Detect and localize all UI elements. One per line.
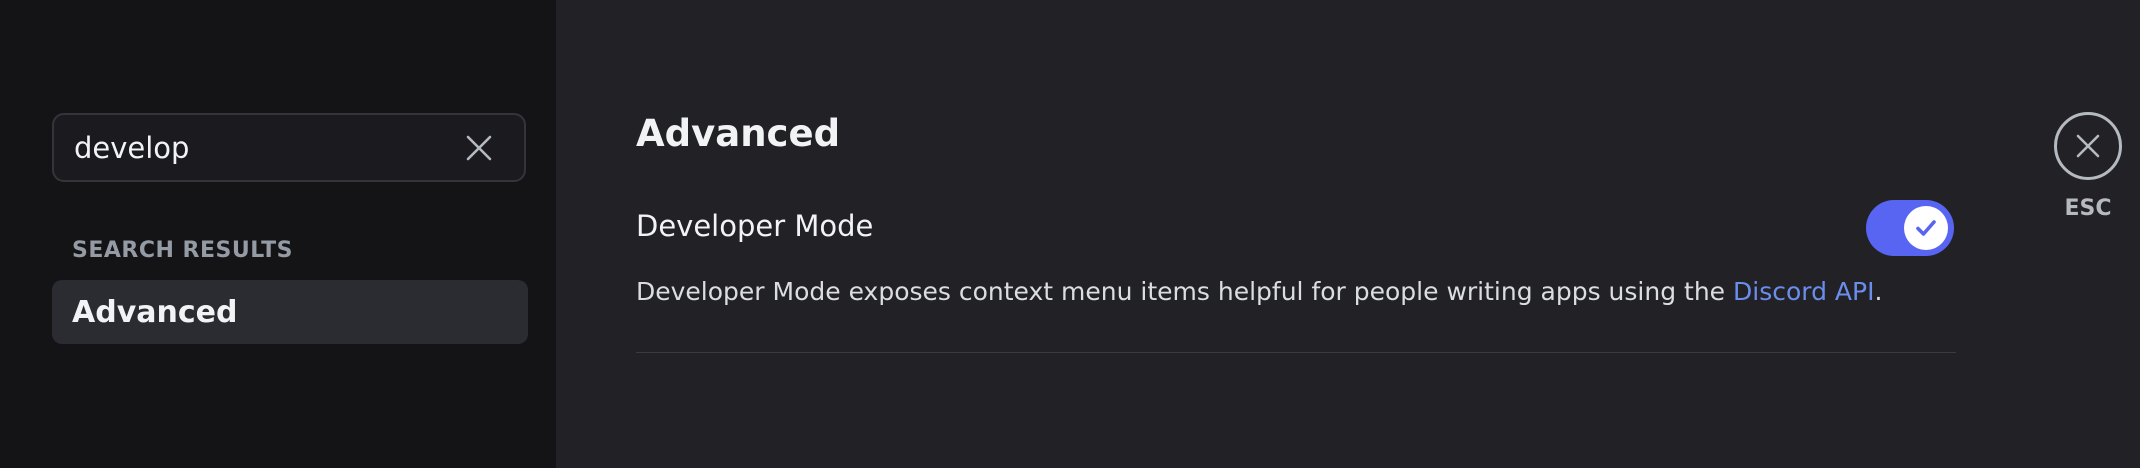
search-results-header: SEARCH RESULTS xyxy=(72,238,293,263)
search-input[interactable] xyxy=(74,125,454,171)
close-settings: ESC xyxy=(2036,112,2140,232)
close-button[interactable] xyxy=(2054,112,2122,180)
divider xyxy=(636,352,1956,353)
developer-mode-title: Developer Mode xyxy=(636,209,874,243)
developer-mode-toggle[interactable] xyxy=(1866,200,1954,256)
close-icon xyxy=(466,135,492,161)
checkmark-icon xyxy=(1916,220,1936,236)
settings-window: SEARCH RESULTS Advanced Advanced Develop… xyxy=(0,0,2140,468)
description-suffix: . xyxy=(1874,277,1883,306)
description-text: Developer Mode exposes context menu item… xyxy=(636,277,1734,306)
settings-sidebar: SEARCH RESULTS Advanced xyxy=(0,0,556,468)
settings-content: Advanced Developer Mode Developer Mode e… xyxy=(556,0,2140,468)
page-title: Advanced xyxy=(636,112,841,155)
sidebar-item-advanced[interactable]: Advanced xyxy=(52,280,528,344)
search-box[interactable] xyxy=(52,113,526,182)
close-icon xyxy=(2076,134,2100,158)
toggle-knob xyxy=(1904,206,1948,250)
sidebar-item-label: Advanced xyxy=(72,294,238,330)
discord-api-link[interactable]: Discord API xyxy=(1733,277,1874,306)
esc-label: ESC xyxy=(2064,196,2112,221)
developer-mode-description: Developer Mode exposes context menu item… xyxy=(636,277,1882,306)
clear-search-button[interactable] xyxy=(464,133,494,163)
